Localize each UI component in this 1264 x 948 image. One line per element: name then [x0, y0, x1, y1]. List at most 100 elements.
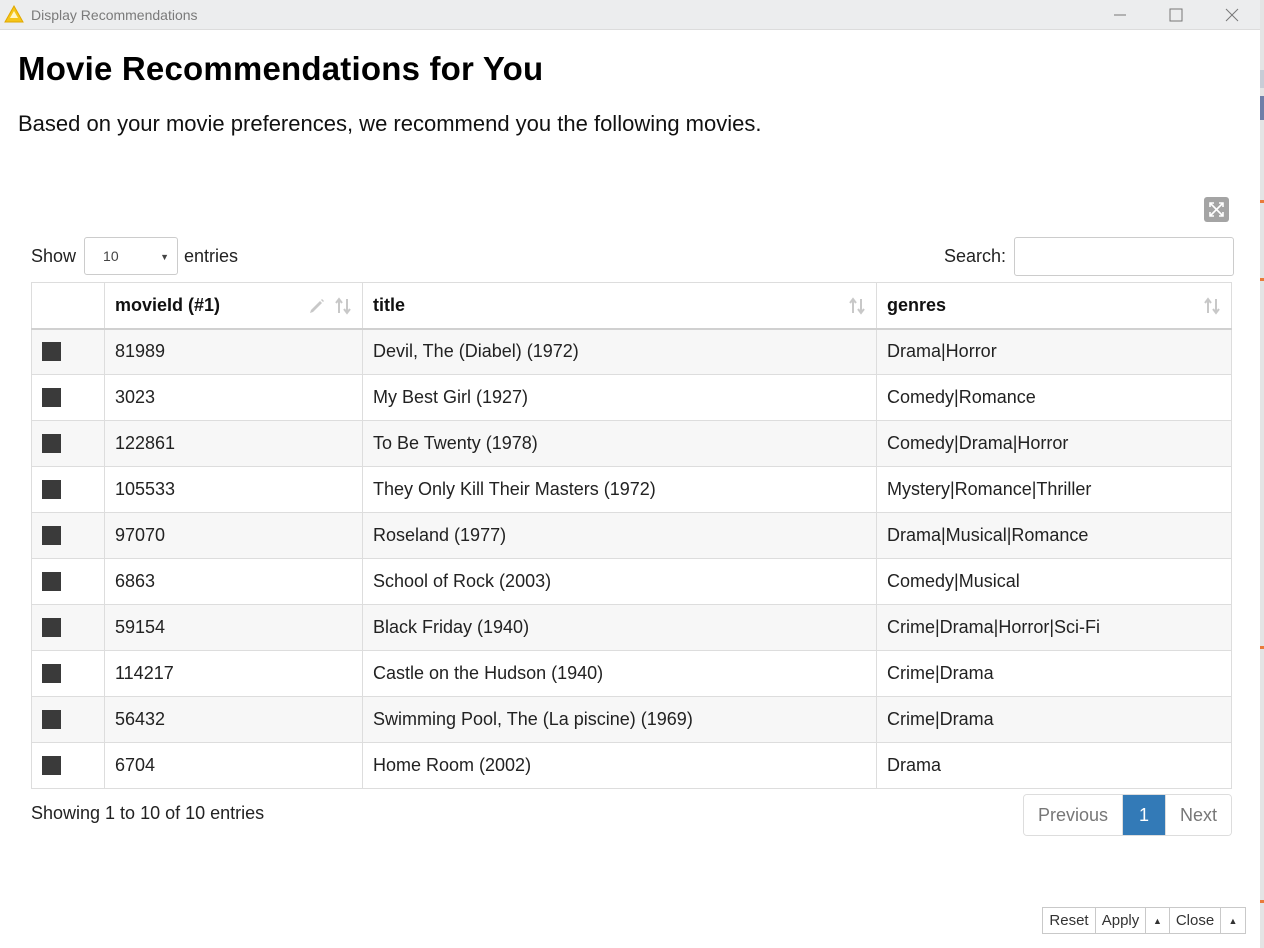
genres-cell: Mystery|Romance|Thriller: [876, 466, 1232, 513]
genres-cell: Comedy|Musical: [876, 558, 1232, 605]
next-page-button[interactable]: Next: [1165, 795, 1231, 835]
title-cell: Home Room (2002): [362, 742, 877, 789]
close-options-button[interactable]: ▲: [1221, 908, 1245, 933]
table-row[interactable]: 6863 School of Rock (2003) Comedy|Musica…: [31, 558, 1232, 605]
movieid-cell: 59154: [104, 604, 363, 651]
maximize-icon: [1169, 8, 1183, 22]
row-checkbox[interactable]: [42, 664, 61, 683]
row-checkbox[interactable]: [42, 618, 61, 637]
row-select-cell[interactable]: [31, 604, 105, 651]
row-checkbox[interactable]: [42, 342, 61, 362]
sort-icon[interactable]: [1203, 297, 1221, 315]
table-row[interactable]: 56432 Swimming Pool, The (La piscine) (1…: [31, 696, 1232, 743]
previous-page-button[interactable]: Previous: [1024, 795, 1123, 835]
row-select-cell[interactable]: [31, 650, 105, 697]
row-select-cell[interactable]: [31, 466, 105, 513]
column-header-genres[interactable]: genres: [876, 282, 1232, 330]
recommendations-table: movieId (#1) title genres 81989 Devil, T…: [31, 282, 1232, 789]
row-select-cell[interactable]: [31, 512, 105, 559]
column-header-movieid[interactable]: movieId (#1): [104, 282, 363, 330]
table-row[interactable]: 3023 My Best Girl (1927) Comedy|Romance: [31, 374, 1232, 421]
title-cell: Black Friday (1940): [362, 604, 877, 651]
genres-cell: Crime|Drama: [876, 696, 1232, 743]
row-select-cell[interactable]: [31, 374, 105, 421]
row-select-cell[interactable]: [31, 558, 105, 605]
minimize-button[interactable]: [1092, 0, 1148, 30]
pagination: Previous 1 Next: [1023, 794, 1232, 836]
column-header-title[interactable]: title: [362, 282, 877, 330]
row-select-cell[interactable]: [31, 420, 105, 467]
row-checkbox[interactable]: [42, 480, 61, 499]
table-row[interactable]: 97070 Roseland (1977) Drama|Musical|Roma…: [31, 512, 1232, 559]
genres-cell: Comedy|Drama|Horror: [876, 420, 1232, 467]
row-checkbox[interactable]: [42, 434, 61, 453]
close-icon: [1225, 8, 1239, 22]
apply-button[interactable]: Apply: [1096, 908, 1146, 933]
search-input[interactable]: [1014, 237, 1235, 276]
page-1-button[interactable]: 1: [1123, 795, 1165, 835]
pencil-icon[interactable]: [308, 297, 326, 315]
close-button[interactable]: Close: [1170, 908, 1221, 933]
table-row[interactable]: 81989 Devil, The (Diabel) (1972) Drama|H…: [31, 328, 1232, 375]
caret-up-icon: ▲: [1228, 915, 1238, 926]
window-titlebar: Display Recommendations: [0, 0, 1260, 30]
close-window-button[interactable]: [1204, 0, 1260, 30]
genres-cell: Drama|Horror: [876, 328, 1232, 375]
entries-label: entries: [184, 245, 239, 266]
caret-down-icon: ▼: [160, 252, 170, 262]
genres-cell: Comedy|Romance: [876, 374, 1232, 421]
movieid-cell: 3023: [104, 374, 363, 421]
fullscreen-icon: [1209, 202, 1224, 217]
title-cell: To Be Twenty (1978): [362, 420, 877, 467]
row-checkbox[interactable]: [42, 756, 61, 775]
page-length-value: 10: [103, 248, 119, 264]
movieid-cell: 6863: [104, 558, 363, 605]
row-checkbox[interactable]: [42, 710, 61, 729]
title-cell: They Only Kill Their Masters (1972): [362, 466, 877, 513]
reset-button[interactable]: Reset: [1043, 908, 1096, 933]
column-label: movieId (#1): [115, 294, 221, 315]
movieid-cell: 97070: [104, 512, 363, 559]
title-cell: Devil, The (Diabel) (1972): [362, 328, 877, 375]
movieid-cell: 122861: [104, 420, 363, 467]
movieid-cell: 6704: [104, 742, 363, 789]
sort-icon[interactable]: [334, 297, 352, 315]
page-title: Movie Recommendations for You: [18, 50, 544, 87]
table-row[interactable]: 6704 Home Room (2002) Drama: [31, 742, 1232, 789]
genres-cell: Drama: [876, 742, 1232, 789]
movieid-cell: 105533: [104, 466, 363, 513]
sort-icon[interactable]: [848, 297, 866, 315]
row-checkbox[interactable]: [42, 388, 61, 407]
genres-cell: Crime|Drama: [876, 650, 1232, 697]
row-checkbox[interactable]: [42, 572, 61, 591]
fullscreen-button[interactable]: [1204, 197, 1229, 222]
column-header-select[interactable]: [31, 282, 105, 330]
movieid-cell: 56432: [104, 696, 363, 743]
table-row[interactable]: 105533 They Only Kill Their Masters (197…: [31, 466, 1232, 513]
page-length-select[interactable]: 10 ▼: [84, 237, 179, 275]
genres-cell: Crime|Drama|Horror|Sci-Fi: [876, 604, 1232, 651]
table-row[interactable]: 59154 Black Friday (1940) Crime|Drama|Ho…: [31, 604, 1232, 651]
maximize-button[interactable]: [1148, 0, 1204, 30]
title-cell: My Best Girl (1927): [362, 374, 877, 421]
title-cell: Castle on the Hudson (1940): [362, 650, 877, 697]
movieid-cell: 81989: [104, 328, 363, 375]
row-checkbox[interactable]: [42, 526, 61, 545]
minimize-icon: [1114, 14, 1126, 16]
row-select-cell[interactable]: [31, 696, 105, 743]
window-edge: [1260, 0, 1264, 948]
apply-options-button[interactable]: ▲: [1146, 908, 1170, 933]
warning-triangle-icon: [4, 5, 24, 23]
search-control: Search:: [944, 237, 1235, 276]
table-info: Showing 1 to 10 of 10 entries: [31, 803, 265, 823]
window-title: Display Recommendations: [31, 7, 198, 23]
row-select-cell[interactable]: [31, 742, 105, 789]
page-subtitle: Based on your movie preferences, we reco…: [18, 111, 762, 136]
movieid-cell: 114217: [104, 650, 363, 697]
table-row[interactable]: 122861 To Be Twenty (1978) Comedy|Drama|…: [31, 420, 1232, 467]
row-select-cell[interactable]: [31, 328, 105, 375]
page-length-control: Show 10 ▼ entries: [31, 237, 238, 275]
genres-cell: Drama|Musical|Romance: [876, 512, 1232, 559]
table-row[interactable]: 114217 Castle on the Hudson (1940) Crime…: [31, 650, 1232, 697]
show-label: Show: [31, 245, 77, 266]
